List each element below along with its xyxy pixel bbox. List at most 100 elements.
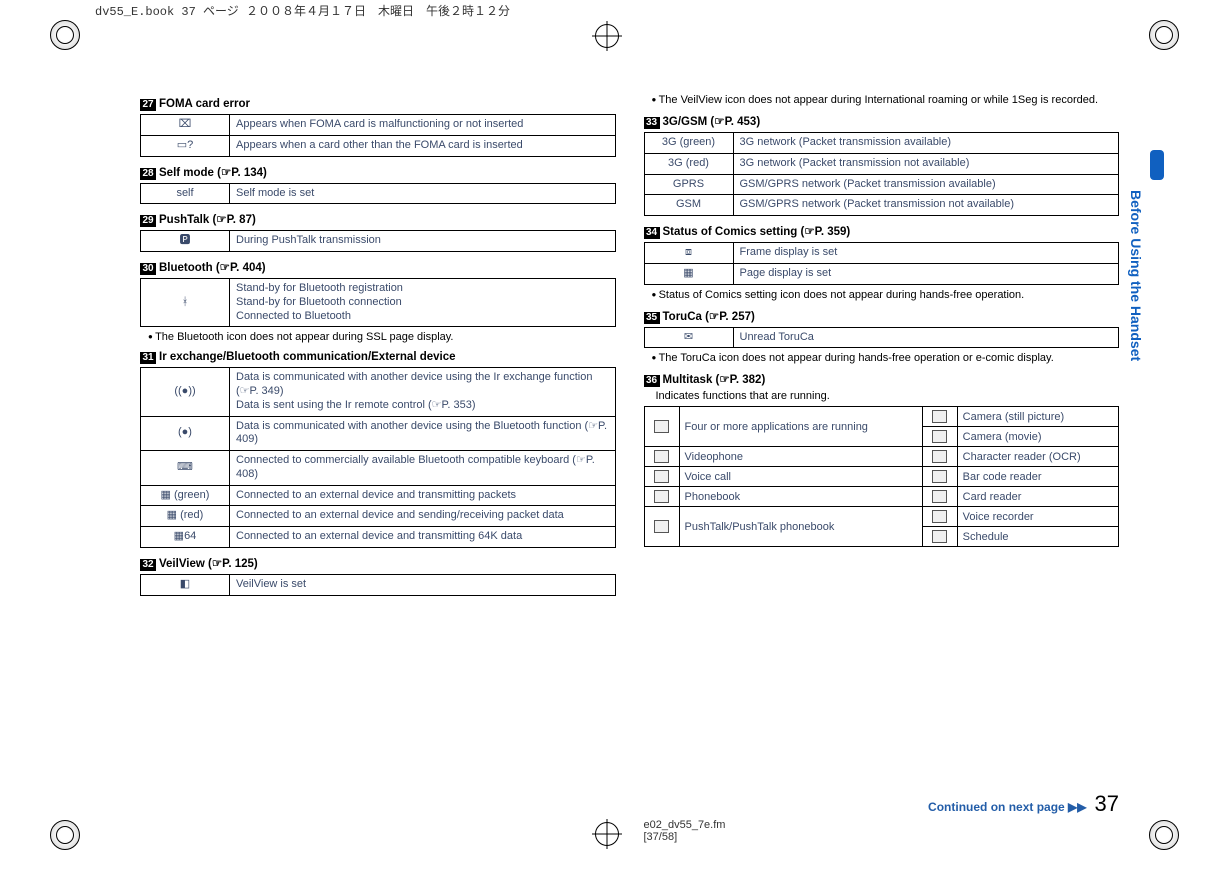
page-footer-right: Continued on next page ▶▶ 37	[928, 791, 1119, 817]
section-28-table: selfSelf mode is set	[140, 183, 616, 205]
page-number: 37	[1095, 791, 1119, 817]
register-mark-icon	[595, 24, 619, 48]
table-cell: Connected to an external device and tran…	[230, 485, 616, 506]
footer-file-info: e02_dv55_7e.fm [37/58]	[644, 819, 726, 843]
table-cell: Data is communicated with another device…	[230, 416, 616, 451]
table-cell: Phonebook	[679, 487, 922, 507]
table-cell: PushTalk/PushTalk phonebook	[679, 507, 922, 547]
ext-green-icon: ▦ (green)	[141, 485, 230, 506]
section-num: 36	[644, 375, 660, 387]
section-title: ToruCa (☞P. 257)	[663, 311, 755, 323]
table-cell: GSM/GPRS network (Packet transmission no…	[733, 195, 1119, 216]
barcode-icon	[922, 467, 957, 487]
section-title: PushTalk (☞P. 87)	[159, 214, 256, 226]
section-num: 27	[140, 99, 156, 111]
table-cell: Data is communicated with another device…	[230, 368, 616, 416]
section-30-head: 30Bluetooth (☞P. 404)	[140, 260, 616, 275]
section-title: VeilView (☞P. 125)	[159, 558, 258, 570]
section-num: 33	[644, 117, 660, 129]
section-34-table: ⧈Frame display is set ▦Page display is s…	[644, 242, 1120, 285]
gprs-icon: GPRS	[644, 174, 733, 195]
page-display-icon: ▦	[644, 263, 733, 284]
continued-label: Continued on next page ▶▶	[928, 800, 1086, 814]
section-34-note: Status of Comics setting icon does not a…	[652, 289, 1120, 301]
table-cell: Frame display is set	[733, 243, 1119, 264]
print-mark-icon	[50, 820, 80, 850]
section-title: FOMA card error	[159, 98, 250, 110]
page-content: 27FOMA card error ⌧Appears when FOMA car…	[140, 90, 1119, 815]
multitask-table: Four or more applications are running Ca…	[644, 406, 1120, 547]
ocr-icon	[922, 447, 957, 467]
print-mark-icon	[1149, 20, 1179, 50]
pushtalk-pb-icon	[644, 507, 679, 547]
section-num: 35	[644, 312, 660, 324]
self-mode-icon: self	[141, 183, 230, 204]
print-mark-icon	[1149, 820, 1179, 850]
section-31-table: ((●))Data is communicated with another d…	[140, 367, 616, 548]
bt-keyboard-icon: ⌨	[141, 451, 230, 486]
wrong-card-icon: ▭?	[141, 135, 230, 156]
bluetooth-icon: ᚼ	[141, 279, 230, 327]
footer-fm-line1: e02_dv55_7e.fm	[644, 819, 726, 831]
table-cell: VeilView is set	[230, 574, 616, 595]
section-31-head: 31Ir exchange/Bluetooth communication/Ex…	[140, 351, 616, 364]
section-title: Bluetooth (☞P. 404)	[159, 262, 266, 274]
section-num: 30	[140, 263, 156, 275]
voice-recorder-icon	[922, 507, 957, 527]
footer-fm-line2: [37/58]	[644, 831, 726, 843]
threeg-red-icon: 3G (red)	[644, 153, 733, 174]
section-num: 32	[140, 559, 156, 571]
schedule-icon	[922, 527, 957, 547]
table-cell: Voice recorder	[957, 507, 1118, 527]
section-num: 28	[140, 168, 156, 180]
print-mark-icon	[50, 20, 80, 50]
table-cell: Camera (still picture)	[957, 407, 1118, 427]
section-title: Ir exchange/Bluetooth communication/Exte…	[159, 351, 456, 363]
table-cell: Four or more applications are running	[679, 407, 922, 447]
section-32-head: 32VeilView (☞P. 125)	[140, 556, 616, 571]
veilview-icon: ◧	[141, 574, 230, 595]
side-tab: Before Using the Handset	[1150, 150, 1164, 430]
threeg-green-icon: 3G (green)	[644, 133, 733, 154]
bt-data-icon: (●)	[141, 416, 230, 451]
ext-64k-icon: ▦64	[141, 527, 230, 548]
table-cell: Unread ToruCa	[733, 327, 1119, 348]
section-num: 29	[140, 215, 156, 227]
camera-still-icon	[922, 407, 957, 427]
veilview-note: The VeilView icon does not appear during…	[652, 94, 1120, 106]
section-title: Self mode (☞P. 134)	[159, 167, 267, 179]
section-title: 3G/GSM (☞P. 453)	[663, 116, 761, 128]
register-mark-icon	[595, 822, 619, 846]
section-28-head: 28Self mode (☞P. 134)	[140, 165, 616, 180]
pushtalk-icon: 🅿	[141, 231, 230, 252]
section-27-table: ⌧Appears when FOMA card is malfunctionin…	[140, 114, 616, 157]
table-cell: Videophone	[679, 447, 922, 467]
phonebook-icon	[644, 487, 679, 507]
section-36-head: 36Multitask (☞P. 382)	[644, 372, 1120, 387]
section-33-table: 3G (green)3G network (Packet transmissio…	[644, 132, 1120, 216]
table-cell: During PushTalk transmission	[230, 231, 616, 252]
card-error-icon: ⌧	[141, 115, 230, 136]
gsm-icon: GSM	[644, 195, 733, 216]
table-cell: Voice call	[679, 467, 922, 487]
section-35-head: 35ToruCa (☞P. 257)	[644, 309, 1120, 324]
left-column: 27FOMA card error ⌧Appears when FOMA car…	[140, 90, 616, 815]
section-num: 34	[644, 227, 660, 239]
section-32-table: ◧VeilView is set	[140, 574, 616, 596]
table-cell: Schedule	[957, 527, 1118, 547]
section-27-head: 27FOMA card error	[140, 98, 616, 111]
section-35-table: ✉Unread ToruCa	[644, 327, 1120, 349]
section-29-table: 🅿During PushTalk transmission	[140, 230, 616, 252]
card-reader-icon	[922, 487, 957, 507]
toruca-icon: ✉	[644, 327, 733, 348]
side-tab-label: Before Using the Handset	[1128, 190, 1144, 470]
table-cell: Stand-by for Bluetooth registration Stan…	[230, 279, 616, 327]
table-cell: Page display is set	[733, 263, 1119, 284]
table-cell: Camera (movie)	[957, 427, 1118, 447]
table-cell: 3G network (Packet transmission availabl…	[733, 133, 1119, 154]
table-cell: Connected to an external device and send…	[230, 506, 616, 527]
section-title: Multitask (☞P. 382)	[663, 374, 766, 386]
table-cell: Character reader (OCR)	[957, 447, 1118, 467]
table-cell: GSM/GPRS network (Packet transmission av…	[733, 174, 1119, 195]
frame-display-icon: ⧈	[644, 243, 733, 264]
